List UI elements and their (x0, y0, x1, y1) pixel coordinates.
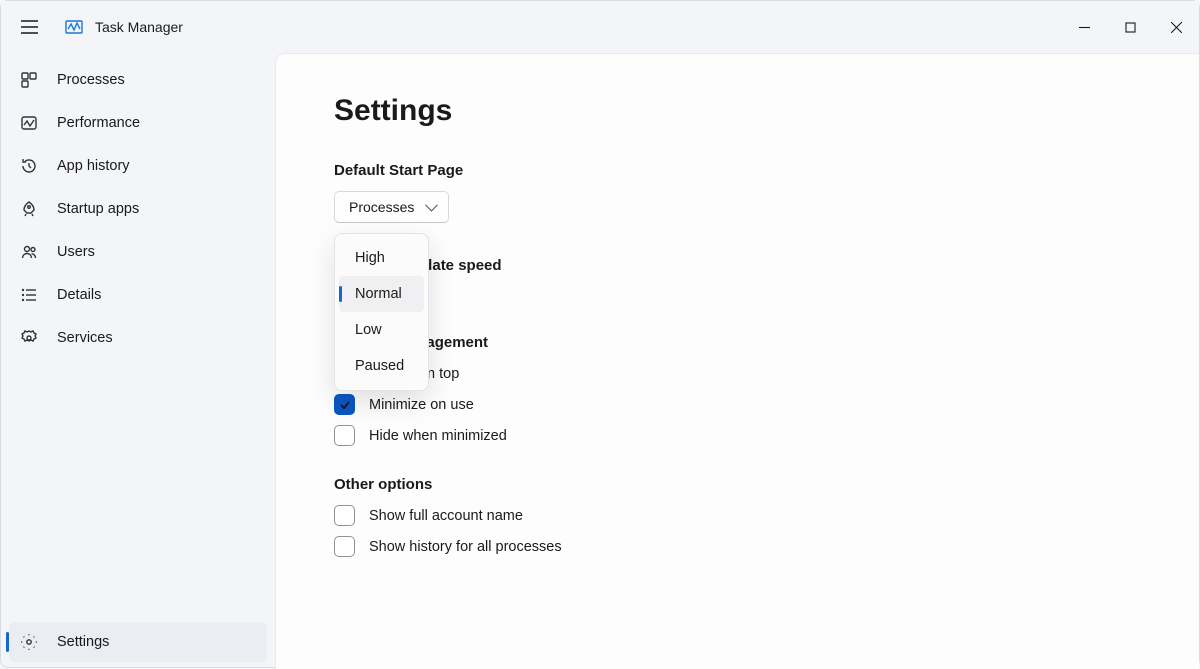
sidebar-item-details[interactable]: Details (9, 275, 267, 315)
history-icon (19, 156, 39, 176)
minimize-window-button[interactable] (1061, 11, 1107, 43)
sidebar-item-settings[interactable]: Settings (9, 622, 267, 662)
dropdown-option-normal[interactable]: Normal (339, 276, 424, 312)
default-start-page-select[interactable]: Processes (334, 191, 449, 223)
sidebar-label: Processes (57, 72, 125, 88)
checkbox-row-minimize-on-use: Minimize on use (334, 394, 1141, 415)
section-update-speed: Real time update speed (334, 257, 1141, 274)
minimize-icon (1079, 22, 1090, 33)
checkbox-label: Hide when minimized (369, 428, 507, 444)
startup-icon (19, 199, 39, 219)
minimize-on-use-checkbox[interactable] (334, 394, 355, 415)
checkbox-row-hide-when-minimized: Hide when minimized (334, 425, 1141, 446)
app-logo-icon (65, 18, 83, 36)
processes-icon (19, 70, 39, 90)
maximize-window-button[interactable] (1107, 11, 1153, 43)
section-window-management: Window management (334, 334, 1141, 351)
sidebar-label: Settings (57, 634, 109, 650)
maximize-icon (1125, 22, 1136, 33)
main-content: Settings Default Start Page Processes Hi… (275, 53, 1199, 669)
checkbox-row-show-history-all: Show history for all processes (334, 536, 1141, 557)
sidebar-label: Services (57, 330, 113, 346)
details-icon (19, 285, 39, 305)
services-icon (19, 328, 39, 348)
gear-icon (19, 632, 39, 652)
titlebar: Task Manager (1, 1, 1199, 53)
checkbox-label: Minimize on use (369, 397, 474, 413)
sidebar-item-performance[interactable]: Performance (9, 103, 267, 143)
app-title: Task Manager (95, 19, 183, 35)
checkbox-label: Show history for all processes (369, 539, 562, 555)
show-history-all-checkbox[interactable] (334, 536, 355, 557)
section-other-options: Other options (334, 476, 1141, 493)
sidebar-label: Startup apps (57, 201, 139, 217)
section-default-start-page: Default Start Page (334, 162, 1141, 179)
sidebar-label: Performance (57, 115, 140, 131)
checkbox-row-show-full-account: Show full account name (334, 505, 1141, 526)
sidebar-item-processes[interactable]: Processes (9, 60, 267, 100)
checkbox-row-always-on-top: Always on top (334, 363, 1141, 384)
hide-when-minimized-checkbox[interactable] (334, 425, 355, 446)
sidebar-item-users[interactable]: Users (9, 232, 267, 272)
close-icon (1171, 22, 1182, 33)
sidebar: Processes Performance App history Startu… (1, 53, 275, 669)
hamburger-button[interactable] (9, 7, 49, 47)
checkbox-label: Show full account name (369, 508, 523, 524)
dropdown-option-low[interactable]: Low (339, 312, 424, 348)
page-title: Settings (334, 94, 1141, 128)
sidebar-item-services[interactable]: Services (9, 318, 267, 358)
sidebar-label: Details (57, 287, 101, 303)
performance-icon (19, 113, 39, 133)
sidebar-label: Users (57, 244, 95, 260)
sidebar-label: App history (57, 158, 130, 174)
update-speed-dropdown: High Normal Low Paused (334, 233, 429, 391)
sidebar-item-startup-apps[interactable]: Startup apps (9, 189, 267, 229)
select-value: Processes (349, 199, 414, 215)
show-full-account-checkbox[interactable] (334, 505, 355, 526)
dropdown-option-paused[interactable]: Paused (339, 348, 424, 384)
sidebar-item-app-history[interactable]: App history (9, 146, 267, 186)
close-window-button[interactable] (1153, 11, 1199, 43)
dropdown-option-high[interactable]: High (339, 240, 424, 276)
hamburger-icon (21, 20, 38, 34)
users-icon (19, 242, 39, 262)
